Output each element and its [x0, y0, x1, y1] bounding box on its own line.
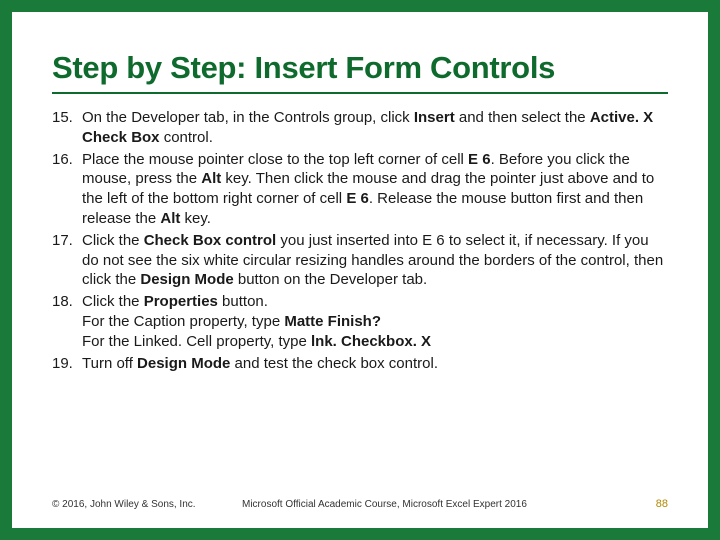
item-number: 17.	[52, 231, 82, 290]
page-title: Step by Step: Insert Form Controls	[52, 50, 668, 94]
list-item: 18. Click the Properties button.For the …	[52, 292, 668, 351]
list-item: 16. Place the mouse pointer close to the…	[52, 150, 668, 229]
item-body: Place the mouse pointer close to the top…	[82, 150, 668, 229]
item-number: 19.	[52, 354, 82, 374]
item-number: 15.	[52, 108, 82, 148]
item-number: 16.	[52, 150, 82, 229]
item-body: On the Developer tab, in the Controls gr…	[82, 108, 668, 148]
item-body: Click the Check Box control you just ins…	[82, 231, 668, 290]
footer: © 2016, John Wiley & Sons, Inc. Microsof…	[52, 488, 668, 510]
footer-course: Microsoft Official Academic Course, Micr…	[242, 499, 628, 510]
footer-page-number: 88	[628, 498, 668, 510]
list-item: 17. Click the Check Box control you just…	[52, 231, 668, 290]
list-item: 15. On the Developer tab, in the Control…	[52, 108, 668, 148]
content-list: 15. On the Developer tab, in the Control…	[52, 108, 668, 488]
item-body: Turn off Design Mode and test the check …	[82, 354, 668, 374]
item-body: Click the Properties button.For the Capt…	[82, 292, 668, 351]
slide: Step by Step: Insert Form Controls 15. O…	[12, 12, 708, 528]
item-number: 18.	[52, 292, 82, 351]
footer-copyright: © 2016, John Wiley & Sons, Inc.	[52, 499, 242, 510]
list-item: 19. Turn off Design Mode and test the ch…	[52, 354, 668, 374]
